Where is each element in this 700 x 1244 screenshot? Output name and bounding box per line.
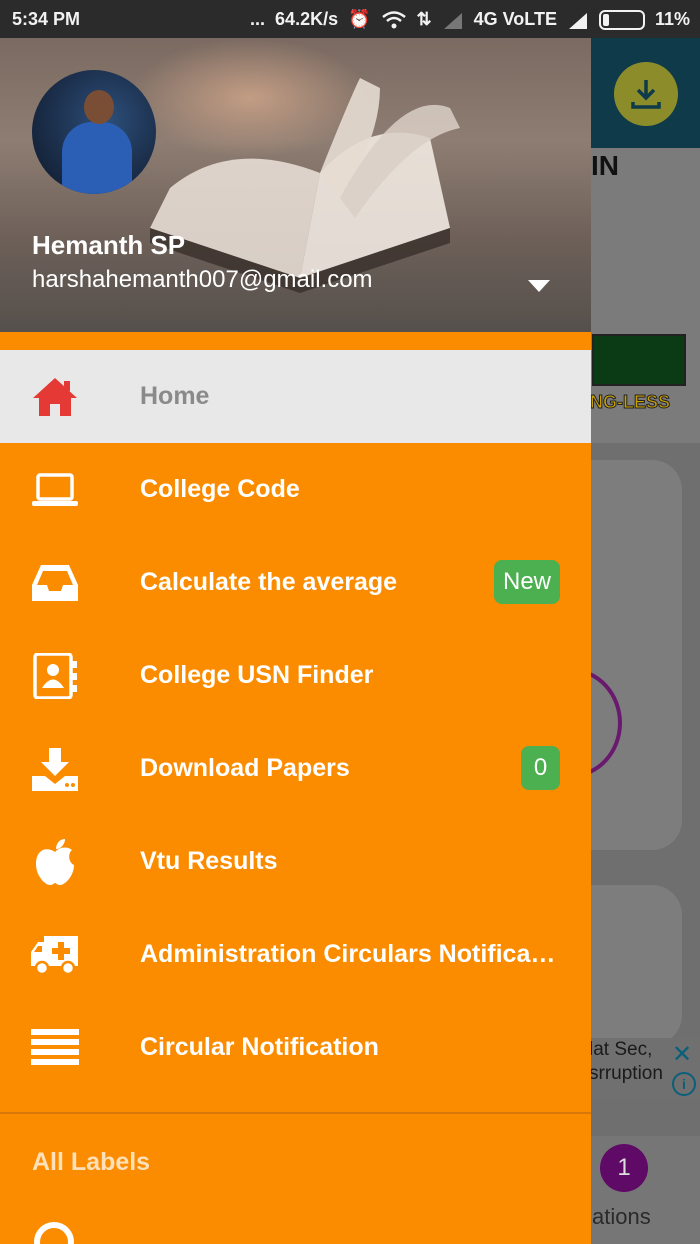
navigation-drawer: Hemanth SP harshahemanth007@gmail.com Ho… bbox=[0, 38, 591, 1244]
download-icon bbox=[30, 744, 80, 794]
menu-item-college-code[interactable]: College Code bbox=[0, 443, 591, 536]
status-bar: 5:34 PM ... 64.2K/s ⏰ ⇅ 4G VoLTE 11% bbox=[0, 0, 700, 38]
user-name: Hemanth SP bbox=[32, 230, 186, 260]
status-dots: ... bbox=[250, 9, 266, 29]
user-email: harshahemanth007@gmail.com bbox=[32, 266, 373, 293]
section-title: All Labels bbox=[32, 1148, 151, 1176]
menu-item-label: Calculate the average bbox=[140, 568, 398, 596]
menu-item-label: Home bbox=[140, 382, 210, 410]
apple-icon bbox=[30, 837, 80, 887]
menu-item-label: Administration Circulars Notifications bbox=[140, 940, 560, 968]
network-type: 4G VoLTE bbox=[473, 9, 557, 29]
signal-icon bbox=[568, 12, 587, 29]
background-banner-text: IN bbox=[591, 150, 619, 181]
menu-item-download-papers[interactable]: Download Papers 0 bbox=[0, 722, 591, 815]
menu-item-calculate-average[interactable]: Calculate the average New bbox=[0, 536, 591, 629]
background-green-panel bbox=[592, 334, 686, 386]
menu-item-admin-circulars[interactable]: Administration Circulars Notifications bbox=[0, 908, 591, 1001]
alarm-icon: ⏰ bbox=[348, 9, 371, 29]
battery-icon bbox=[598, 9, 645, 30]
drawer-header: Hemanth SP harshahemanth007@gmail.com bbox=[0, 38, 591, 332]
avatar[interactable] bbox=[32, 70, 156, 194]
close-icon[interactable]: ✕ bbox=[672, 1040, 692, 1069]
notification-badge: 1 bbox=[600, 1144, 648, 1192]
menu-item-usn-finder[interactable]: College USN Finder bbox=[0, 629, 591, 722]
drawer-divider bbox=[0, 1112, 591, 1114]
status-icons: ... 64.2K/s ⏰ ⇅ 4G VoLTE 11% bbox=[250, 9, 690, 30]
contact-book-icon bbox=[30, 651, 80, 701]
background-stamp-text: NG-LESS bbox=[589, 392, 671, 413]
menu-item-home[interactable]: Home bbox=[0, 350, 591, 443]
status-time: 5:34 PM bbox=[12, 9, 81, 29]
laptop-icon bbox=[30, 465, 80, 515]
ambulance-icon bbox=[30, 930, 80, 980]
net-speed: 64.2K/s bbox=[275, 9, 339, 29]
battery-level: 11% bbox=[654, 9, 690, 29]
background-download-button[interactable] bbox=[614, 62, 678, 126]
menu-item-vtu-results[interactable]: Vtu Results bbox=[0, 815, 591, 908]
wifi-icon bbox=[381, 10, 406, 28]
menu-item-label: College Code bbox=[140, 475, 300, 503]
background-tab-label: ations bbox=[592, 1204, 651, 1229]
inbox-icon bbox=[30, 558, 80, 608]
chevron-down-icon[interactable] bbox=[526, 276, 552, 294]
new-badge: New bbox=[494, 560, 560, 604]
menu-item-label: College USN Finder bbox=[140, 661, 374, 689]
download-icon bbox=[631, 80, 661, 109]
menu-item-label: Download Papers bbox=[140, 754, 350, 782]
label-icon[interactable] bbox=[34, 1222, 74, 1244]
menu-item-circular-notification[interactable]: Circular Notification bbox=[0, 1001, 591, 1094]
drawer-menu: Home College Code Calculate the average … bbox=[0, 350, 591, 1094]
list-icon bbox=[30, 1023, 80, 1073]
signal-icon bbox=[443, 12, 462, 29]
data-transfer-icon: ⇅ bbox=[416, 9, 432, 29]
menu-item-label: Vtu Results bbox=[140, 847, 278, 875]
menu-item-label: Circular Notification bbox=[140, 1033, 379, 1061]
count-badge: 0 bbox=[521, 746, 560, 790]
home-icon bbox=[30, 372, 80, 422]
info-icon[interactable]: i bbox=[672, 1072, 696, 1096]
